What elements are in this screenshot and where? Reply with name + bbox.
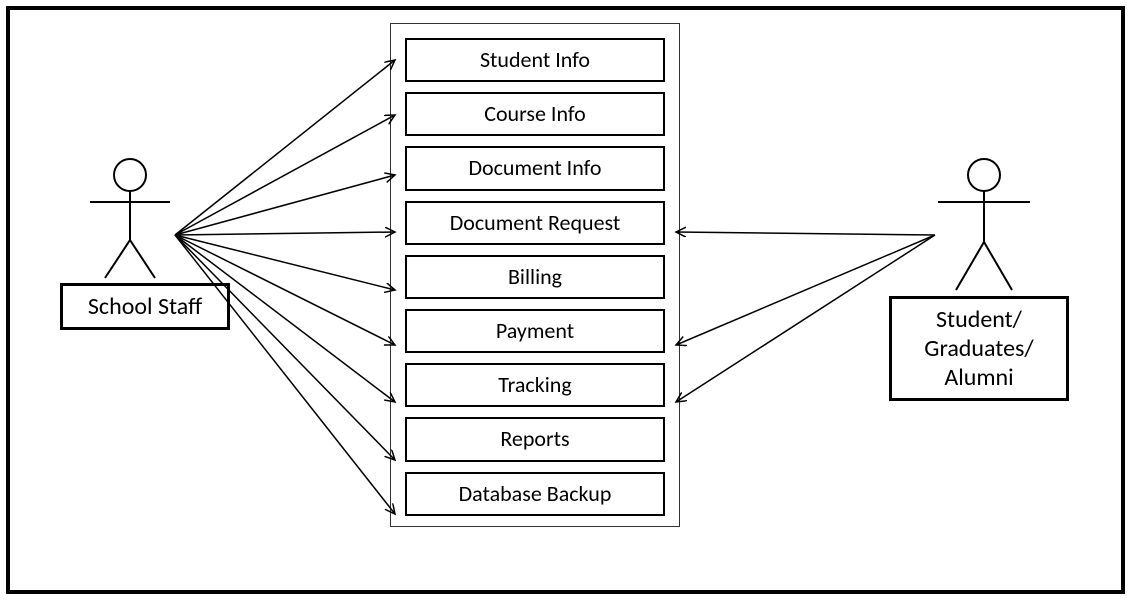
actor-label-text: School Staff	[88, 292, 202, 321]
usecase-label: Course Info	[484, 100, 586, 127]
usecase-label: Document Request	[450, 209, 621, 236]
usecase-billing: Billing	[405, 255, 665, 299]
usecase-document-request: Document Request	[405, 201, 665, 245]
usecase-label: Reports	[500, 425, 569, 452]
usecase-tracking: Tracking	[405, 363, 665, 407]
actor-label-line: Alumni	[944, 363, 1013, 392]
usecase-student-info: Student Info	[405, 38, 665, 82]
usecase-container: Student Info Course Info Document Info D…	[390, 23, 680, 527]
usecase-label: Payment	[496, 317, 574, 344]
actor-student-label: Student/ Graduates/ Alumni	[889, 296, 1069, 401]
usecase-course-info: Course Info	[405, 92, 665, 136]
usecase-document-info: Document Info	[405, 146, 665, 190]
usecase-label: Database Backup	[459, 480, 612, 507]
diagram-root: Student Info Course Info Document Info D…	[0, 0, 1131, 600]
usecase-payment: Payment	[405, 309, 665, 353]
usecase-label: Student Info	[480, 46, 590, 73]
actor-label-line: Student/	[936, 305, 1022, 334]
actor-school-staff-label: School Staff	[60, 283, 230, 330]
usecase-label: Billing	[508, 263, 562, 290]
usecase-database-backup: Database Backup	[405, 472, 665, 516]
usecase-reports: Reports	[405, 417, 665, 461]
usecase-label: Tracking	[498, 371, 571, 398]
actor-label-line: Graduates/	[924, 334, 1033, 363]
usecase-label: Document Info	[468, 154, 601, 181]
